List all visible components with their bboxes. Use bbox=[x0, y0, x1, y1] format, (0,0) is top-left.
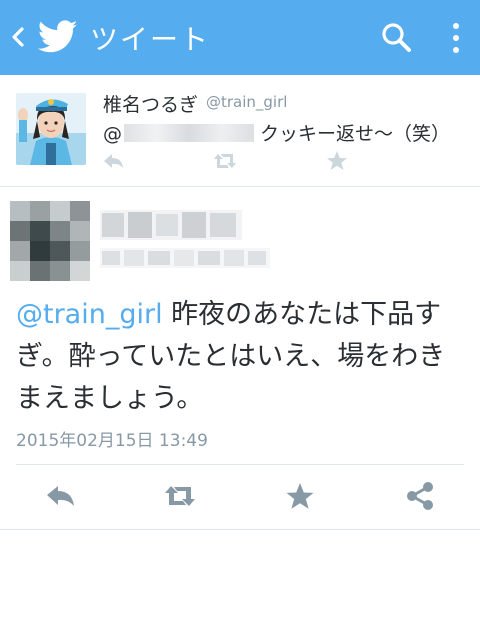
tweet-text: @ クッキー返せ〜（笑） bbox=[103, 119, 450, 146]
blurred-author-handle[interactable] bbox=[100, 248, 270, 268]
search-icon[interactable] bbox=[380, 21, 414, 55]
timestamp: 2015年02月15日 13:49 bbox=[16, 431, 208, 451]
divider bbox=[0, 529, 480, 530]
blurred-author-name[interactable] bbox=[100, 210, 242, 240]
tweet-text-body: クッキー返せ〜（笑） bbox=[260, 123, 451, 145]
mention-prefix: @ bbox=[103, 123, 122, 145]
reply-icon[interactable] bbox=[100, 150, 126, 172]
parent-tweet[interactable]: 椎名つるぎ @train_girl @ クッキー返せ〜（笑） bbox=[0, 75, 480, 187]
share-icon[interactable] bbox=[403, 481, 437, 511]
avatar[interactable] bbox=[10, 201, 90, 281]
mention-link[interactable]: @train_girl bbox=[16, 299, 163, 330]
retweet-icon[interactable] bbox=[212, 150, 238, 172]
tweet-text: @train_girl 昨夜のあなたは下品すぎ。酔っていたとはいえ、場をわきまえ… bbox=[16, 294, 466, 420]
reply-icon[interactable] bbox=[43, 481, 77, 511]
author-name[interactable]: 椎名つるぎ bbox=[103, 90, 198, 117]
page-title: ツイート bbox=[90, 23, 211, 56]
back-icon[interactable] bbox=[6, 22, 30, 52]
blurred-mention bbox=[124, 124, 254, 142]
twitter-bird-icon bbox=[38, 20, 78, 53]
author-handle[interactable]: @train_girl bbox=[206, 93, 287, 111]
app-bar: ツイート bbox=[0, 0, 480, 75]
favorite-icon[interactable] bbox=[324, 150, 350, 172]
more-vertical-icon[interactable] bbox=[448, 20, 464, 56]
avatar[interactable] bbox=[16, 93, 86, 165]
favorite-icon[interactable] bbox=[283, 481, 317, 511]
retweet-icon[interactable] bbox=[163, 481, 197, 511]
divider bbox=[16, 464, 464, 465]
